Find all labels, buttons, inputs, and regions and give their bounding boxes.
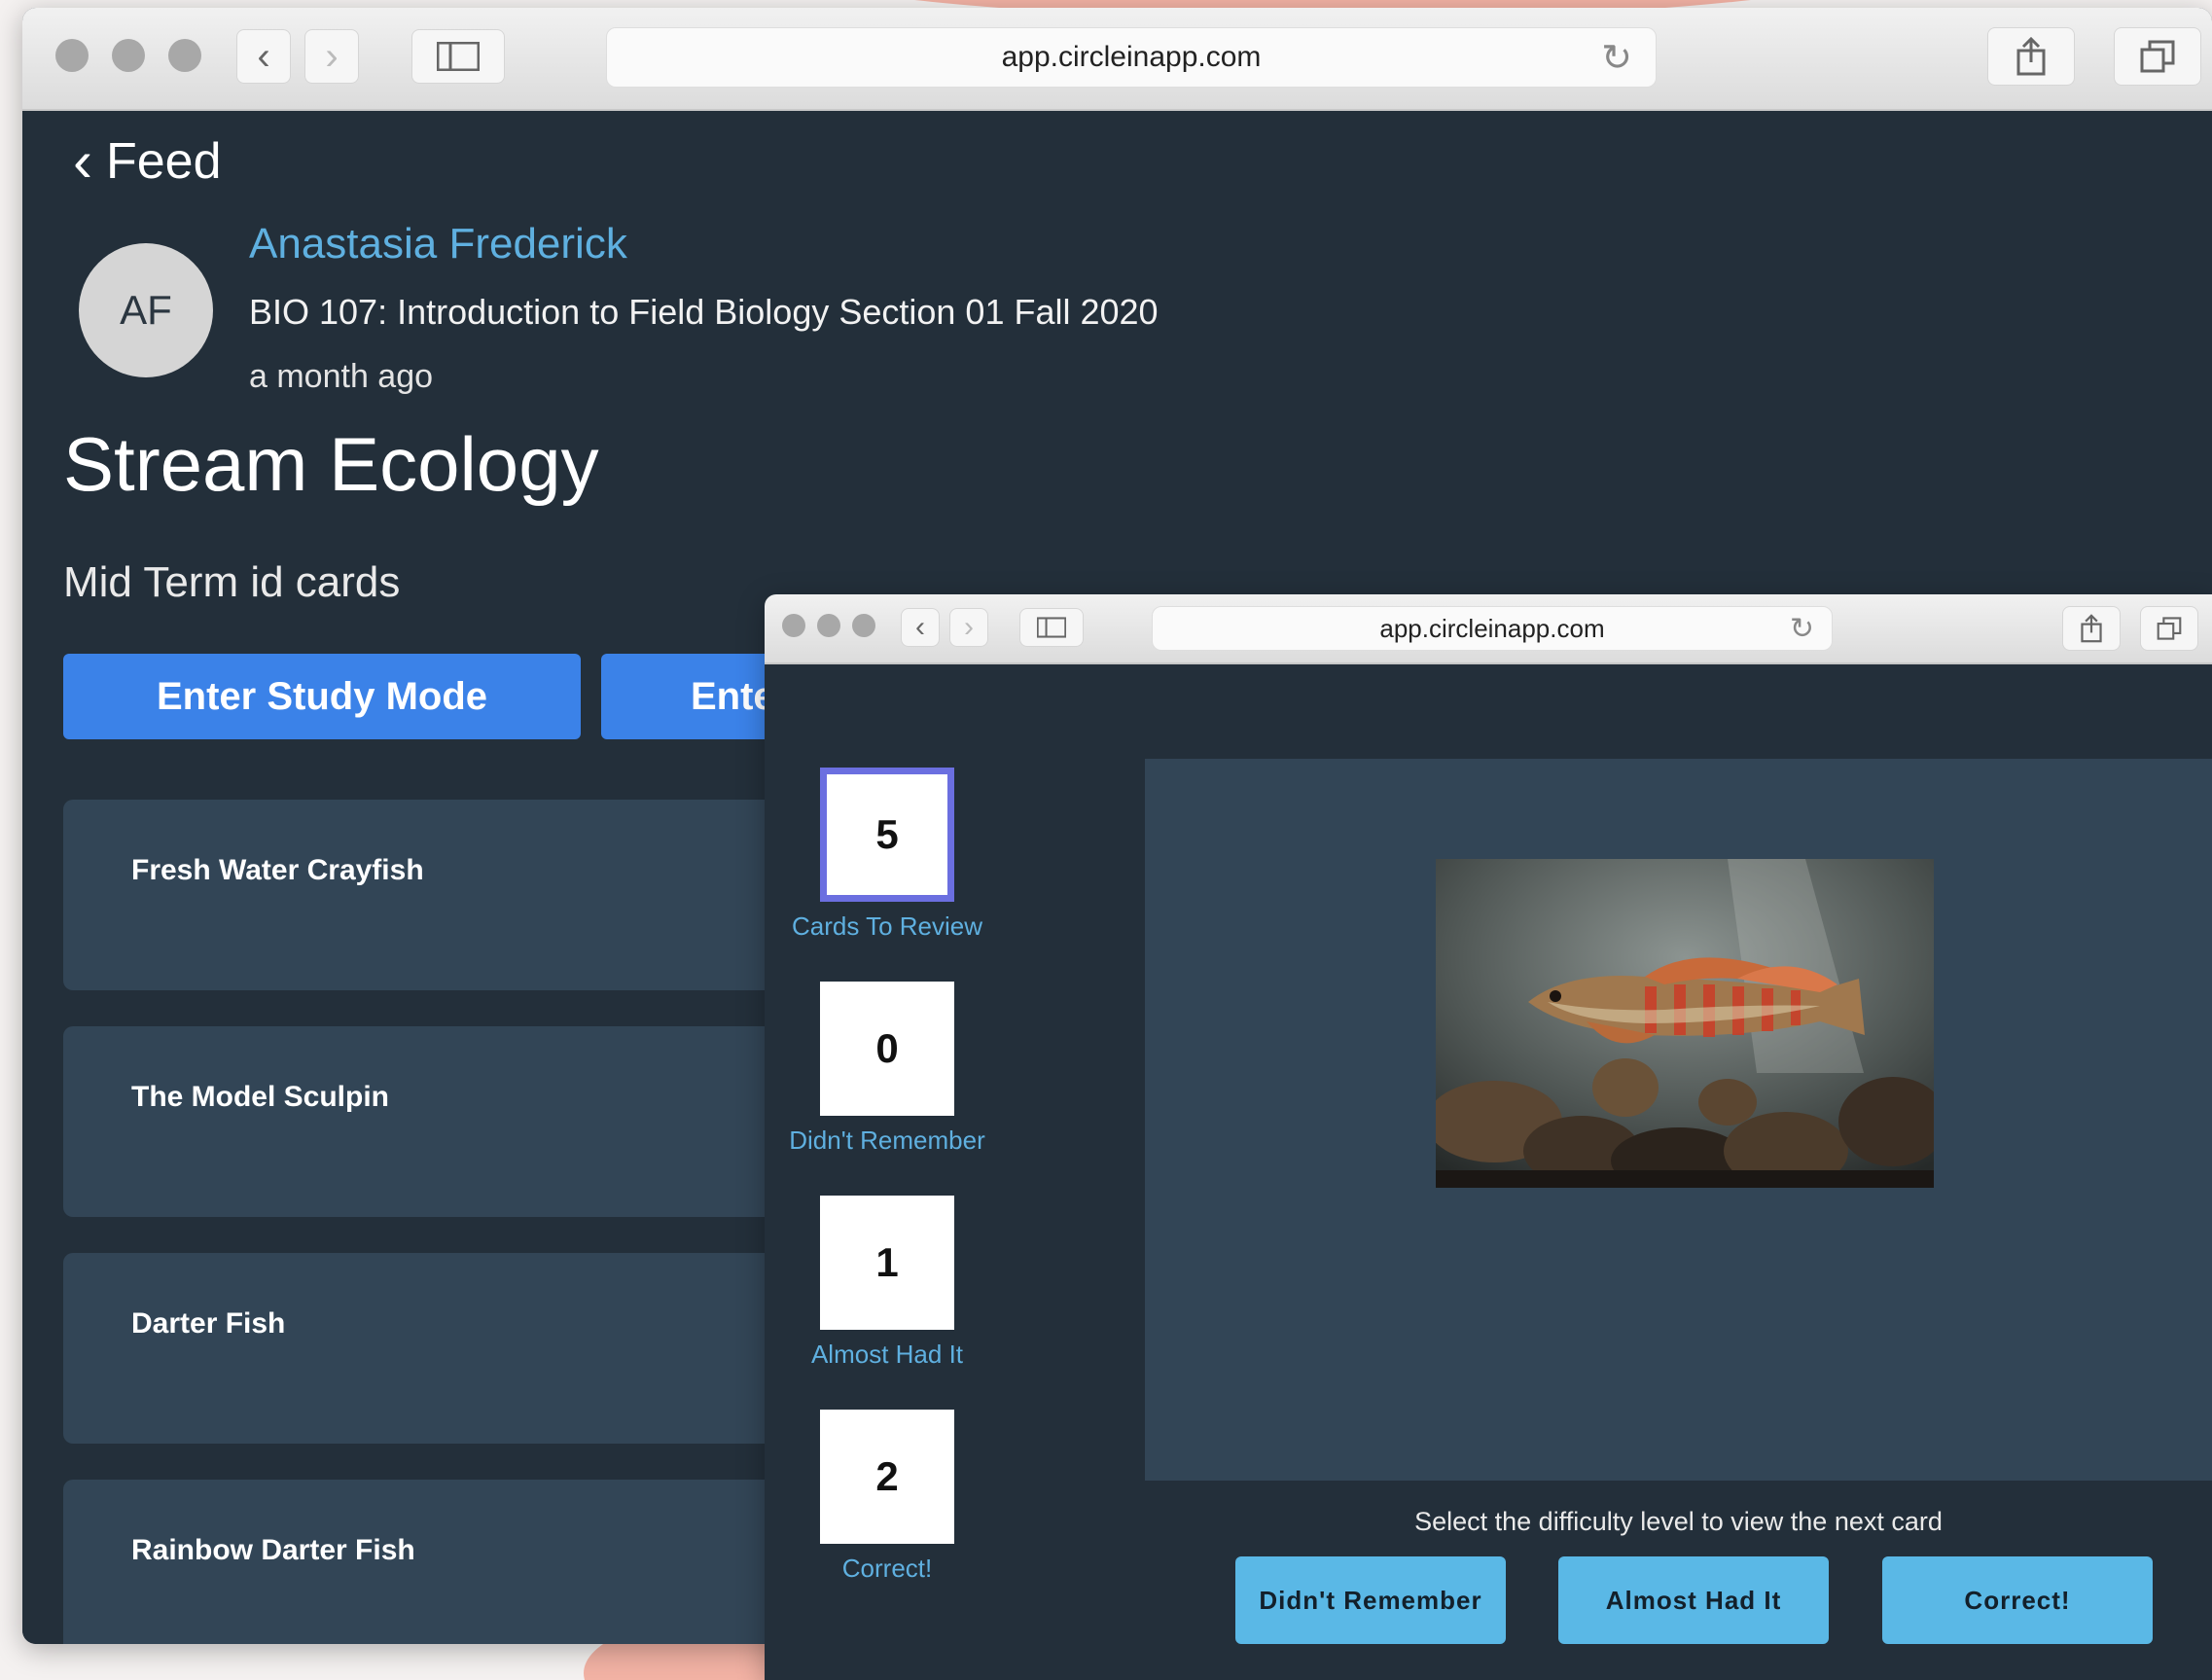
next-card-hint: Select the difficulty level to view the … <box>1414 1507 1943 1536</box>
url-text: app.circleinapp.com <box>1379 613 1605 643</box>
tabs-icon[interactable] <box>2114 27 2201 86</box>
sidebar-icon[interactable] <box>1019 608 1084 647</box>
flashcard-fish-image <box>1436 859 1934 1188</box>
study-mode-page: 5 Cards To Review 0 Didn't Remember 1 Al… <box>765 664 2212 1680</box>
back-to-feed-link[interactable]: ‹ Feed <box>73 132 222 191</box>
button-label: Correct! <box>1964 1585 2071 1615</box>
second-button-label: Ente <box>691 674 775 718</box>
window-zoom-dot[interactable] <box>168 39 201 72</box>
didnt-remember-counter: 0 <box>820 982 954 1116</box>
deck-subtitle: Mid Term id cards <box>63 558 401 606</box>
address-bar[interactable]: app.circleinapp.com ↻ <box>606 27 1657 88</box>
card-label: Fresh Water Crayfish <box>131 854 424 886</box>
reload-icon[interactable]: ↻ <box>1601 36 1632 80</box>
share-icon[interactable] <box>2062 606 2121 651</box>
window-zoom-dot[interactable] <box>852 614 875 637</box>
button-label: Almost Had It <box>1605 1585 1782 1615</box>
url-text: app.circleinapp.com <box>1001 41 1262 73</box>
browser-toolbar: ‹ › app.circleinapp.com ↻ <box>22 8 2212 111</box>
avatar-initials: AF <box>120 287 172 333</box>
forward-arrow-icon[interactable]: › <box>949 608 988 647</box>
sidebar-icon[interactable] <box>411 29 505 84</box>
correct-button[interactable]: Correct! <box>1882 1556 2153 1644</box>
counter-value: 5 <box>875 811 899 857</box>
back-arrow-icon[interactable]: ‹ <box>901 608 940 647</box>
counter-label: Almost Had It <box>810 1340 964 1369</box>
counter-value: 0 <box>875 1025 899 1071</box>
counter-label: Correct! <box>841 1554 933 1583</box>
forward-arrow-icon[interactable]: › <box>304 29 359 84</box>
window-close-dot[interactable] <box>55 39 89 72</box>
counter-value: 1 <box>875 1239 899 1285</box>
cards-to-review-counter: 5 <box>820 768 954 902</box>
window-minimize-dot[interactable] <box>112 39 145 72</box>
back-arrow-icon[interactable]: ‹ <box>236 29 291 84</box>
almost-had-it-button[interactable]: Almost Had It <box>1558 1556 1829 1644</box>
card-label: The Model Sculpin <box>131 1081 390 1113</box>
window-close-dot[interactable] <box>782 614 805 637</box>
almost-had-it-counter: 1 <box>820 1196 954 1330</box>
tabs-icon[interactable] <box>2140 606 2198 651</box>
page-title: Stream Ecology <box>63 421 599 507</box>
reload-icon[interactable]: ↻ <box>1790 612 1814 646</box>
counter-label: Cards To Review <box>791 911 983 941</box>
counter-label: Didn't Remember <box>789 1126 985 1155</box>
chevron-left-icon: ‹ <box>73 128 92 194</box>
card-label: Rainbow Darter Fish <box>131 1534 415 1566</box>
course-name: BIO 107: Introduction to Field Biology S… <box>249 292 1159 332</box>
avatar[interactable]: AF <box>79 243 213 377</box>
share-icon[interactable] <box>1987 27 2075 86</box>
study-button-label: Enter Study Mode <box>156 674 488 718</box>
window-minimize-dot[interactable] <box>817 614 840 637</box>
enter-study-mode-button[interactable]: Enter Study Mode <box>63 654 581 739</box>
didnt-remember-button[interactable]: Didn't Remember <box>1235 1556 1506 1644</box>
author-name-link[interactable]: Anastasia Frederick <box>249 220 627 268</box>
address-bar[interactable]: app.circleinapp.com ↻ <box>1152 606 1833 651</box>
back-label: Feed <box>105 133 222 190</box>
post-timestamp: a month ago <box>249 358 434 395</box>
button-label: Didn't Remember <box>1259 1585 1482 1615</box>
browser-toolbar: ‹ › app.circleinapp.com ↻ <box>765 594 2212 664</box>
browser-window-front: ‹ › app.circleinapp.com ↻ 5 Cards To Rev… <box>765 594 2212 1680</box>
card-label: Darter Fish <box>131 1307 286 1340</box>
correct-counter: 2 <box>820 1410 954 1544</box>
counter-value: 2 <box>875 1453 899 1499</box>
